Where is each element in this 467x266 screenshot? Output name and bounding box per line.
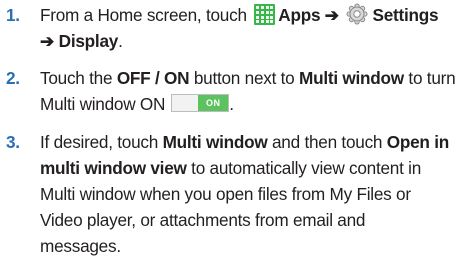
step-text: Multi window ON: [40, 94, 166, 114]
step-3-line-3: Multi window when you open files from My…: [40, 181, 411, 207]
instruction-steps: 1. From a Home screen, touch Apps ➔ Sett…: [0, 0, 467, 266]
arrow: ➔: [324, 5, 339, 25]
step-text: From a Home screen, touch: [40, 5, 247, 25]
off-on-label: OFF / ON: [116, 68, 190, 88]
step-3-line-5: messages.: [40, 233, 121, 259]
step-1-line-2: ➔ Display.: [40, 28, 123, 54]
step-number: 2.: [6, 68, 20, 88]
step-text: messages.: [40, 236, 121, 256]
apps-label: Apps: [278, 5, 321, 25]
display-label: ➔ Display: [40, 31, 119, 51]
step-number: 1.: [6, 5, 20, 25]
gear-icon: [346, 3, 368, 25]
step-text: and then touch: [267, 132, 387, 152]
settings-label: Settings: [372, 5, 439, 25]
step-text: If desired, touch: [40, 132, 163, 152]
step-3-line-2: multi window view to automatically view …: [40, 155, 421, 181]
toggle-on-label: ON: [198, 95, 229, 112]
step-text: to automatically view content in: [186, 158, 422, 178]
apps-grid-icon: [254, 3, 276, 25]
step-text: Multi window when you open files from My…: [40, 184, 411, 204]
step-2-line-2: Multi window ON ON.: [40, 91, 234, 117]
step-3-line-4: Video player, or attachments from email …: [40, 207, 365, 233]
multi-window-label: Multi window: [162, 132, 268, 152]
on-toggle-icon: ON: [171, 94, 230, 113]
step-number: 3.: [6, 132, 20, 152]
step-text: to turn: [403, 68, 456, 88]
step-1-line-1: From a Home screen, touch Apps ➔ Setting…: [40, 2, 439, 28]
step-text: Touch the: [40, 68, 117, 88]
period: .: [229, 94, 234, 114]
open-in-label: Open in: [386, 132, 449, 152]
multi-window-view-label: multi window view: [40, 158, 187, 178]
step-3-line-1: If desired, touch Multi window and then …: [40, 129, 449, 155]
step-text: button next to: [189, 68, 300, 88]
period: .: [118, 31, 123, 51]
step-2-line-1: Touch the OFF / ON button next to Multi …: [40, 65, 456, 91]
step-text: Video player, or attachments from email …: [40, 210, 366, 230]
multi-window-label: Multi window: [299, 68, 404, 88]
